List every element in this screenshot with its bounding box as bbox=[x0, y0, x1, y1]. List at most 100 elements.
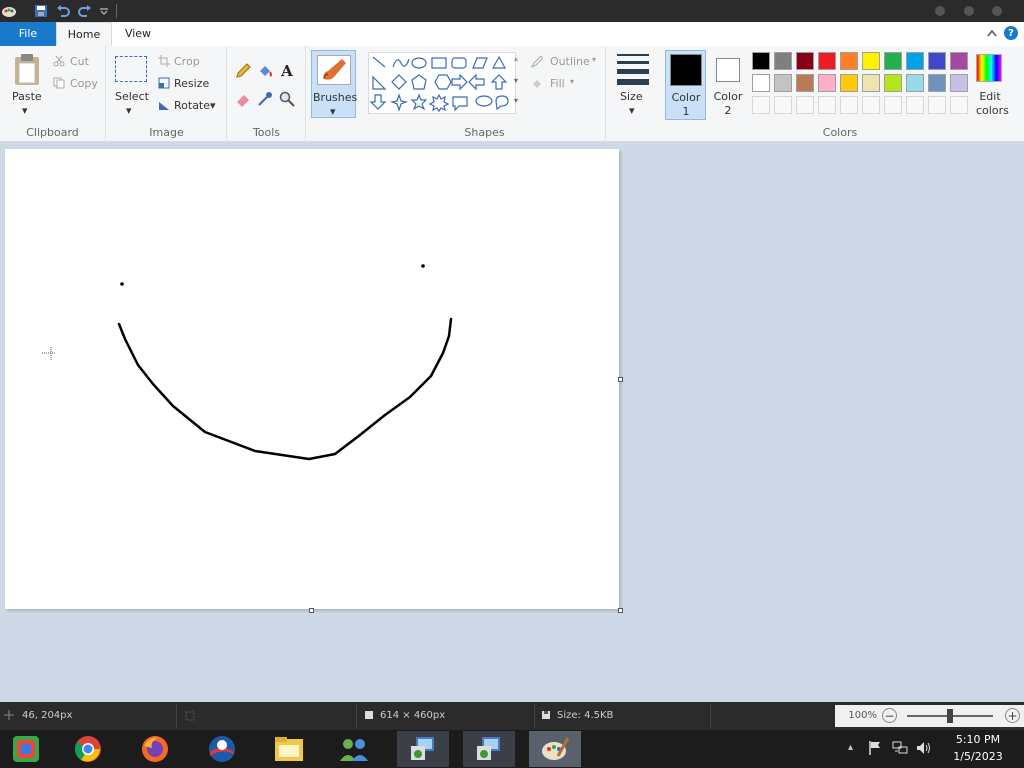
show-hidden-icons[interactable]: ▴ bbox=[848, 742, 853, 753]
remote-desktop-icon[interactable] bbox=[397, 731, 449, 767]
pencil-icon[interactable] bbox=[234, 62, 252, 80]
rotate-button[interactable]: Rotate bbox=[174, 99, 210, 112]
crop-button[interactable]: Crop bbox=[174, 55, 200, 68]
zoom-in-button[interactable]: + bbox=[1005, 708, 1020, 723]
rotate-dropdown-arrow[interactable]: ▾ bbox=[210, 99, 216, 112]
paste-icon[interactable] bbox=[10, 52, 44, 88]
canvas-resize-handle-right[interactable] bbox=[618, 377, 623, 382]
shapes-scroll-down[interactable]: ▾ bbox=[514, 76, 518, 85]
paste-button[interactable]: Paste bbox=[12, 90, 42, 103]
palette-swatch[interactable] bbox=[928, 74, 946, 92]
color1-button[interactable]: Color 1 bbox=[665, 50, 706, 120]
select-icon[interactable] bbox=[115, 56, 147, 82]
color2-button[interactable]: Color 2 bbox=[709, 50, 747, 120]
palette-swatch[interactable] bbox=[906, 74, 924, 92]
paint-app-icon[interactable] bbox=[0, 2, 18, 20]
size-button[interactable]: Size bbox=[620, 90, 643, 103]
fill-button[interactable]: Fill bbox=[550, 77, 565, 90]
obama-icon[interactable] bbox=[196, 731, 248, 767]
palette-custom-slot[interactable] bbox=[928, 96, 946, 114]
outline-dropdown-arrow[interactable]: ▾ bbox=[592, 55, 596, 64]
flag-icon[interactable] bbox=[868, 741, 882, 755]
palette-swatch[interactable] bbox=[862, 52, 880, 70]
resize-icon[interactable] bbox=[157, 76, 171, 90]
maximize-button[interactable] bbox=[964, 6, 974, 16]
canvas-resize-handle-corner[interactable] bbox=[618, 608, 623, 613]
zoom-out-button[interactable]: − bbox=[882, 708, 897, 723]
palette-swatch[interactable] bbox=[928, 52, 946, 70]
size-dropdown-arrow[interactable]: ▾ bbox=[629, 104, 635, 117]
palette-custom-slot[interactable] bbox=[884, 96, 902, 114]
color-picker-icon[interactable] bbox=[256, 90, 274, 108]
remote-desktop-icon-2[interactable] bbox=[463, 731, 515, 767]
palette-custom-slot[interactable] bbox=[752, 96, 770, 114]
people-icon[interactable] bbox=[328, 731, 380, 767]
palette-swatch[interactable] bbox=[840, 52, 858, 70]
palette-swatch[interactable] bbox=[906, 52, 924, 70]
palette-swatch[interactable] bbox=[818, 52, 836, 70]
palette-custom-slot[interactable] bbox=[906, 96, 924, 114]
cut-button[interactable]: Cut bbox=[70, 55, 89, 68]
copy-icon[interactable] bbox=[52, 76, 66, 90]
palette-custom-slot[interactable] bbox=[950, 96, 968, 114]
resize-button[interactable]: Resize bbox=[174, 77, 209, 90]
fill-bucket-icon[interactable] bbox=[256, 62, 274, 80]
minimize-button[interactable] bbox=[935, 6, 945, 16]
palette-swatch[interactable] bbox=[950, 52, 968, 70]
copy-button[interactable]: Copy bbox=[70, 77, 98, 90]
drawing-canvas[interactable] bbox=[5, 149, 619, 609]
fill-icon[interactable] bbox=[530, 77, 544, 91]
tab-view[interactable]: View bbox=[114, 22, 162, 46]
fill-dropdown-arrow[interactable]: ▾ bbox=[570, 77, 574, 86]
palette-custom-slot[interactable] bbox=[862, 96, 880, 114]
palette-swatch[interactable] bbox=[752, 74, 770, 92]
edit-colors-icon[interactable] bbox=[976, 54, 1002, 82]
firefox-icon[interactable] bbox=[129, 731, 181, 767]
tab-home[interactable]: Home bbox=[56, 22, 112, 46]
collapse-ribbon-icon[interactable] bbox=[986, 27, 998, 39]
file-explorer-icon[interactable] bbox=[263, 731, 315, 767]
edit-colors-button[interactable]: Edit colors bbox=[976, 90, 1009, 118]
select-button[interactable]: Select bbox=[115, 90, 149, 103]
palette-swatch[interactable] bbox=[818, 74, 836, 92]
magnifier-icon[interactable] bbox=[278, 90, 296, 108]
palette-swatch[interactable] bbox=[774, 52, 792, 70]
undo-icon[interactable] bbox=[54, 2, 72, 20]
shapes-expand[interactable]: ▾ bbox=[514, 96, 518, 105]
palette-custom-slot[interactable] bbox=[774, 96, 792, 114]
palette-swatch[interactable] bbox=[950, 74, 968, 92]
close-button[interactable] bbox=[992, 6, 1002, 16]
text-tool-icon[interactable]: A bbox=[278, 62, 296, 80]
clock-time[interactable]: 5:10 PM bbox=[944, 733, 1012, 746]
canvas-resize-handle-bottom[interactable] bbox=[309, 608, 314, 613]
palette-swatch[interactable] bbox=[884, 52, 902, 70]
palette-swatch[interactable] bbox=[796, 74, 814, 92]
help-icon[interactable]: ? bbox=[1004, 26, 1018, 40]
rotate-icon[interactable] bbox=[157, 98, 171, 112]
outline-icon[interactable] bbox=[530, 55, 544, 69]
tab-file[interactable]: File bbox=[0, 22, 56, 46]
paint-icon[interactable] bbox=[529, 731, 581, 767]
shapes-scroll-up[interactable]: ▴ bbox=[514, 54, 518, 63]
palette-swatch[interactable] bbox=[862, 74, 880, 92]
network-icon[interactable] bbox=[892, 741, 908, 755]
clock-date[interactable]: 1/5/2023 bbox=[944, 750, 1012, 763]
select-dropdown-arrow[interactable]: ▾ bbox=[126, 104, 132, 117]
start-icon[interactable] bbox=[0, 731, 52, 767]
cut-icon[interactable] bbox=[52, 54, 66, 68]
redo-icon[interactable] bbox=[76, 2, 94, 20]
palette-swatch[interactable] bbox=[774, 74, 792, 92]
palette-custom-slot[interactable] bbox=[796, 96, 814, 114]
size-icon[interactable] bbox=[617, 54, 649, 86]
eraser-icon[interactable] bbox=[234, 90, 252, 108]
customize-toolbar-icon[interactable] bbox=[95, 2, 113, 20]
brushes-button[interactable]: Brushes ▾ bbox=[311, 50, 357, 118]
outline-button[interactable]: Outline bbox=[550, 55, 590, 68]
zoom-slider-thumb[interactable] bbox=[947, 709, 953, 723]
palette-swatch[interactable] bbox=[840, 74, 858, 92]
palette-swatch[interactable] bbox=[752, 52, 770, 70]
save-icon[interactable] bbox=[32, 2, 50, 20]
crop-icon[interactable] bbox=[157, 54, 171, 68]
palette-swatch[interactable] bbox=[884, 74, 902, 92]
chrome-icon[interactable] bbox=[62, 731, 114, 767]
